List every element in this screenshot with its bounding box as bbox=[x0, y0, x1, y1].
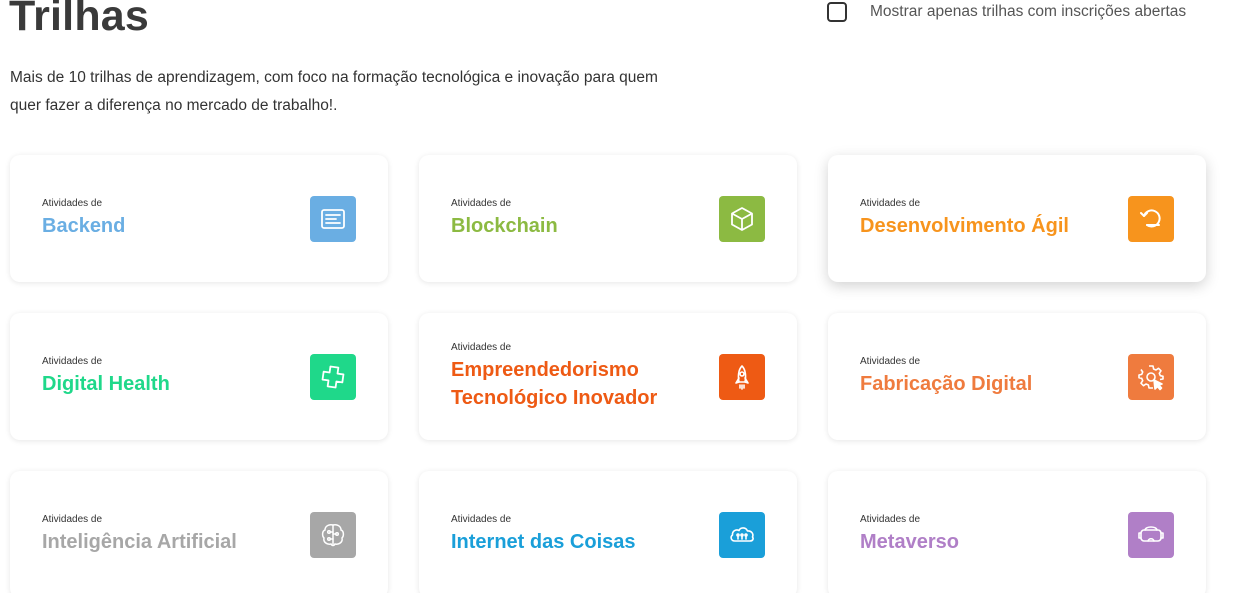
track-card-backend[interactable]: Atividades de Backend bbox=[10, 155, 388, 282]
track-name: Digital Health bbox=[42, 372, 170, 395]
track-name: Backend bbox=[42, 214, 126, 237]
track-prefix: Atividades de bbox=[42, 197, 103, 209]
track-prefix: Atividades de bbox=[860, 355, 921, 367]
open-enrollment-filter[interactable]: Mostrar apenas trilhas com inscrições ab… bbox=[827, 2, 1186, 22]
page-title: Trilhas bbox=[9, 0, 150, 40]
cloud-network-icon bbox=[719, 511, 765, 558]
track-name: Blockchain bbox=[451, 214, 558, 237]
track-card-desenvolvimento-agil[interactable]: Atividades de Desenvolvimento Ágil bbox=[828, 155, 1206, 282]
track-card-metaverso[interactable]: Atividades de Metaverso bbox=[828, 471, 1206, 593]
refresh-arrow-icon bbox=[1128, 195, 1174, 242]
track-card-digital-health[interactable]: Atividades de Digital Health bbox=[10, 313, 388, 440]
track-prefix: Atividades de bbox=[451, 513, 512, 525]
track-prefix: Atividades de bbox=[451, 197, 512, 209]
code-window-icon bbox=[310, 195, 356, 242]
track-name: Desenvolvimento Ágil bbox=[860, 214, 1069, 237]
track-card-blockchain[interactable]: Atividades de Blockchain bbox=[419, 155, 797, 282]
page-subtitle: Mais de 10 trilhas de aprendizagem, com … bbox=[10, 69, 658, 114]
track-card-internet-das-coisas[interactable]: Atividades de Internet das Coisas bbox=[419, 471, 797, 593]
open-enrollment-label[interactable]: Mostrar apenas trilhas com inscrições ab… bbox=[870, 3, 1186, 21]
track-name: Internet das Coisas bbox=[451, 530, 636, 553]
track-name: Metaverso bbox=[860, 530, 959, 553]
track-prefix: Atividades de bbox=[42, 355, 103, 367]
vr-headset-icon bbox=[1128, 511, 1174, 558]
gear-cursor-icon bbox=[1128, 353, 1174, 400]
track-prefix: Atividades de bbox=[860, 197, 921, 209]
track-card-inteligencia-artificial[interactable]: Atividades de Inteligência Artificial bbox=[10, 471, 388, 593]
track-prefix: Atividades de bbox=[42, 513, 103, 525]
track-card-fabricacao-digital[interactable]: Atividades de Fabricação Digital bbox=[828, 313, 1206, 440]
health-cross-icon bbox=[310, 353, 356, 400]
track-name: Empreendedorismo Tecnológico Inovador bbox=[451, 358, 658, 409]
track-name: Inteligência Artificial bbox=[42, 530, 237, 553]
rocket-icon bbox=[719, 353, 765, 400]
page: Trilhas Mostrar apenas trilhas com inscr… bbox=[0, 0, 1235, 593]
track-prefix: Atividades de bbox=[451, 341, 512, 353]
brain-circuit-icon bbox=[310, 511, 356, 558]
track-card-empreendedorismo[interactable]: Atividades de Empreendedorismo Tecnológi… bbox=[419, 313, 797, 440]
track-name: Fabricação Digital bbox=[860, 372, 1033, 395]
track-prefix: Atividades de bbox=[860, 513, 921, 525]
cube-icon bbox=[719, 195, 765, 242]
open-enrollment-checkbox[interactable] bbox=[827, 2, 847, 22]
